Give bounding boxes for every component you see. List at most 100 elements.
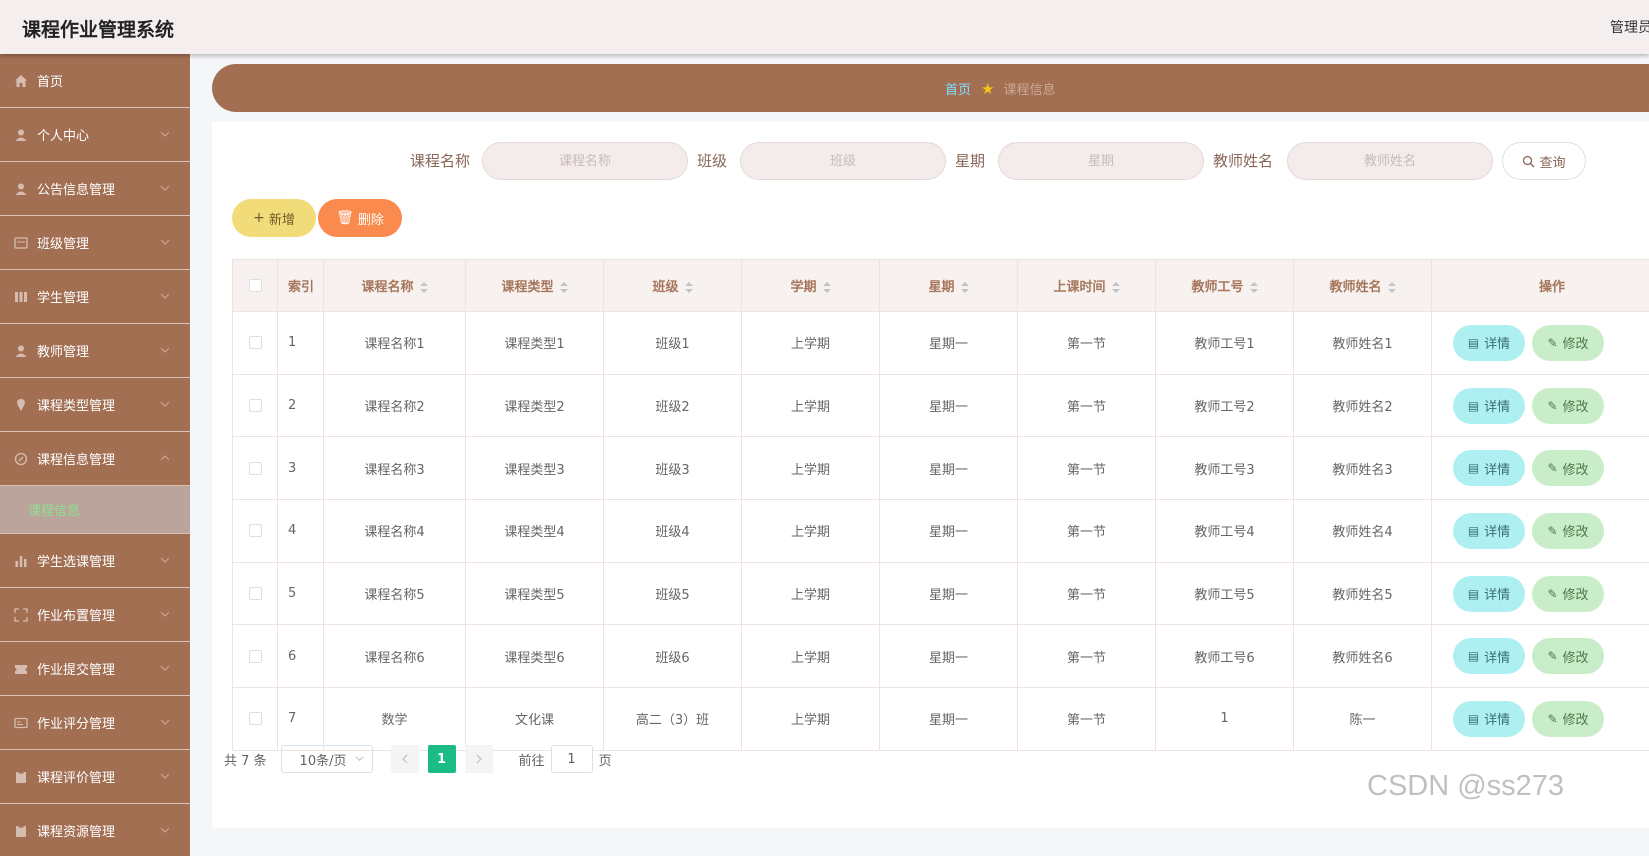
detail-button[interactable]: ▤ 详情 xyxy=(1453,324,1525,361)
sort-icon[interactable] xyxy=(1249,281,1258,294)
user-icon xyxy=(14,182,28,196)
table-row: 3 课程名称3 课程类型3 班级3 上学期 星期一 第一节 教师工号3 教师姓名3 ▤ 详情 ✎ 修改 xyxy=(232,436,1649,501)
goto-page-input[interactable] xyxy=(550,745,593,773)
sidebar-item-homework-assign[interactable]: 作业布置管理 xyxy=(0,588,190,642)
sidebar-item-course-type[interactable]: 课程类型管理 xyxy=(0,378,190,432)
document-icon: ▤ xyxy=(1467,711,1480,726)
table-row: 6 课程名称6 课程类型6 班级6 上学期 星期一 第一节 教师工号6 教师姓名6 ▤ 详情 ✎ 修改 xyxy=(232,624,1649,689)
sidebar-item-label: 首页 xyxy=(37,75,64,90)
cell-term: 上学期 xyxy=(741,311,880,375)
home-icon xyxy=(14,74,28,88)
row-checkbox[interactable] xyxy=(248,649,262,663)
edit-button[interactable]: ✎ 修改 xyxy=(1532,512,1604,549)
row-checkbox[interactable] xyxy=(248,336,262,350)
teacher-name-input[interactable] xyxy=(1287,142,1493,180)
edit-button[interactable]: ✎ 修改 xyxy=(1532,387,1604,424)
edit-button-label: 修改 xyxy=(1562,713,1589,729)
goto-suffix: 页 xyxy=(598,753,612,769)
sidebar-item-course-resource[interactable]: 课程资源管理 xyxy=(0,804,190,856)
sidebar: 首页 个人中心 公告信息管理 班级管理 学生管理 教师管理 课程类型管理 课程信… xyxy=(0,54,190,856)
header-time[interactable]: 上课时间 xyxy=(1017,259,1156,312)
edit-icon: ✎ xyxy=(1547,649,1558,664)
row-select-cell xyxy=(232,436,278,501)
cell-course-name: 课程名称4 xyxy=(323,499,466,563)
query-button[interactable]: 查询 xyxy=(1502,142,1586,180)
cell-index: 7 xyxy=(277,687,324,751)
breadcrumb-home-link[interactable]: 首页 xyxy=(945,79,971,98)
sort-icon[interactable] xyxy=(822,281,831,294)
week-label: 星期 xyxy=(955,152,986,170)
row-checkbox[interactable] xyxy=(248,712,262,726)
header-teacher-no[interactable]: 教师工号 xyxy=(1155,259,1294,312)
grid-icon xyxy=(14,290,28,304)
detail-button[interactable]: ▤ 详情 xyxy=(1453,387,1525,424)
sidebar-item-teacher[interactable]: 教师管理 xyxy=(0,324,190,378)
cell-course-name: 课程名称5 xyxy=(323,561,466,626)
sidebar-item-class[interactable]: 班级管理 xyxy=(0,216,190,270)
watermark: CSDN @ss273 xyxy=(1367,770,1565,802)
sidebar-item-course-info[interactable]: 课程信息管理 xyxy=(0,432,190,486)
cell-week: 星期一 xyxy=(879,499,1018,563)
header-course-name[interactable]: 课程名称 xyxy=(323,259,466,312)
detail-button[interactable]: ▤ 详情 xyxy=(1453,700,1525,737)
cell-teacher-name: 教师姓名6 xyxy=(1293,624,1432,689)
breadcrumb-current: 课程信息 xyxy=(1003,83,1056,98)
row-checkbox[interactable] xyxy=(248,399,262,413)
header-course-type[interactable]: 课程类型 xyxy=(465,259,604,312)
cell-teacher-no: 教师工号5 xyxy=(1155,561,1294,626)
detail-button[interactable]: ▤ 详情 xyxy=(1453,512,1525,549)
edit-button[interactable]: ✎ 修改 xyxy=(1532,324,1604,361)
course-name-input[interactable] xyxy=(482,142,688,180)
edit-button[interactable]: ✎ 修改 xyxy=(1532,450,1604,487)
page-number-current[interactable]: 1 xyxy=(427,745,456,773)
edit-button[interactable]: ✎ 修改 xyxy=(1532,575,1604,612)
row-checkbox[interactable] xyxy=(248,587,262,601)
sort-icon[interactable] xyxy=(684,281,693,294)
header-label: 教师姓名 xyxy=(1329,280,1382,295)
sidebar-item-student[interactable]: 学生管理 xyxy=(0,270,190,324)
edit-button[interactable]: ✎ 修改 xyxy=(1532,700,1604,737)
delete-button[interactable]: 🗑 删除 xyxy=(318,199,402,237)
detail-button-label: 详情 xyxy=(1484,588,1511,604)
page-size-select[interactable]: 10条/页 xyxy=(280,745,373,773)
chevron-down-icon xyxy=(160,771,170,781)
sidebar-item-homework-submit[interactable]: 作业提交管理 xyxy=(0,642,190,696)
sidebar-item-course-evaluation[interactable]: 课程评价管理 xyxy=(0,750,190,804)
sidebar-item-home[interactable]: 首页 xyxy=(0,54,190,108)
prev-page-button[interactable] xyxy=(390,745,419,773)
sidebar-subitem-course-info[interactable]: 课程信息 xyxy=(0,486,190,534)
header-week[interactable]: 星期 xyxy=(879,259,1018,312)
class-input[interactable] xyxy=(740,142,946,180)
select-all-checkbox[interactable] xyxy=(248,279,262,292)
top-bar: 课程作业管理系统 管理员 xyxy=(0,0,1649,54)
sort-icon[interactable] xyxy=(419,281,428,294)
header-class[interactable]: 班级 xyxy=(603,259,742,312)
add-button[interactable]: + 新增 xyxy=(232,199,316,237)
next-page-button[interactable] xyxy=(464,745,493,773)
detail-button[interactable]: ▤ 详情 xyxy=(1453,638,1525,675)
header-term[interactable]: 学期 xyxy=(741,259,880,312)
sidebar-item-personal-center[interactable]: 个人中心 xyxy=(0,108,190,162)
sidebar-item-notice[interactable]: 公告信息管理 xyxy=(0,162,190,216)
row-checkbox[interactable] xyxy=(248,524,262,538)
sidebar-item-label: 课程信息管理 xyxy=(37,453,116,468)
cell-ops: ▤ 详情 ✎ 修改 xyxy=(1431,436,1649,501)
detail-button[interactable]: ▤ 详情 xyxy=(1453,450,1525,487)
week-input[interactable] xyxy=(998,142,1204,180)
row-select-cell xyxy=(232,561,278,626)
sidebar-item-homework-grade[interactable]: 作业评分管理 xyxy=(0,696,190,750)
sort-icon[interactable] xyxy=(559,281,568,294)
sort-icon[interactable] xyxy=(1111,281,1120,294)
chevron-down-icon xyxy=(160,291,170,301)
detail-button[interactable]: ▤ 详情 xyxy=(1453,575,1525,612)
edit-icon: ✎ xyxy=(1547,711,1558,726)
sort-icon[interactable] xyxy=(960,281,969,294)
sidebar-item-label: 学生管理 xyxy=(37,291,90,306)
edit-button[interactable]: ✎ 修改 xyxy=(1532,638,1604,675)
sidebar-item-course-selection[interactable]: 学生选课管理 xyxy=(0,534,190,588)
cell-course-type: 课程类型1 xyxy=(465,311,604,375)
sort-icon[interactable] xyxy=(1387,281,1396,294)
header-teacher-name[interactable]: 教师姓名 xyxy=(1293,259,1432,312)
user-menu[interactable]: 管理员 xyxy=(1610,17,1649,37)
row-checkbox[interactable] xyxy=(248,461,262,475)
